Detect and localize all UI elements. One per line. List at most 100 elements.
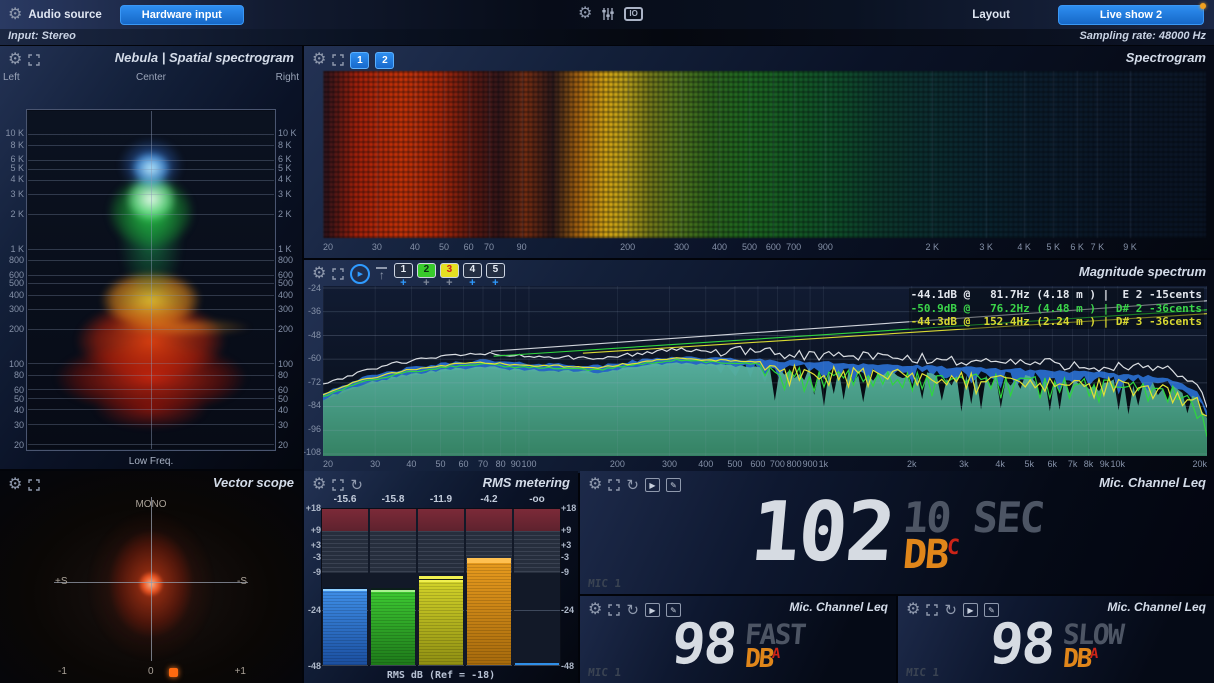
- leq-slow-value: 98: [988, 622, 1055, 668]
- balance-marker[interactable]: [169, 668, 178, 677]
- leq-fast-channel-label: MIC 1: [587, 666, 621, 679]
- play-icon[interactable]: ▶: [645, 478, 660, 492]
- fullscreen-icon[interactable]: [608, 604, 620, 616]
- fullscreen-icon[interactable]: [28, 54, 40, 66]
- fullscreen-icon[interactable]: [926, 604, 938, 616]
- pan-label-center: Center: [136, 72, 166, 83]
- meter-gridline: [322, 665, 368, 666]
- x-tick-label: 50: [439, 242, 449, 252]
- audio-source-label: Audio source: [28, 9, 101, 21]
- leq-main-display: 102 10 SEC DB C: [580, 499, 1214, 573]
- meter-stripe-zone: [418, 531, 464, 573]
- slot-button-5[interactable]: 5: [486, 263, 505, 278]
- spectrum-slot-2[interactable]: 2+: [416, 263, 436, 288]
- x-gridline: [377, 71, 378, 238]
- rms-meter: [321, 508, 561, 666]
- freq-tick-label: 3 K: [278, 189, 292, 199]
- x-tick-label: 200: [610, 459, 625, 469]
- freq-tick-label: 1 K: [10, 244, 24, 254]
- panel-mic-channel-leq-slow: ⚙ ↻ ▶ ✎ Mic. Channel Leq 98 SLOW DB A MI…: [898, 596, 1214, 683]
- freq-gridline: [28, 160, 274, 161]
- gear-icon[interactable]: ⚙: [312, 266, 326, 282]
- slot-button-4[interactable]: 4: [463, 263, 482, 278]
- fullscreen-icon[interactable]: [28, 479, 40, 491]
- audio-source-gear-icon[interactable]: ⚙: [8, 7, 22, 23]
- freq-gridline: [28, 145, 274, 146]
- x-gridline: [1053, 71, 1054, 238]
- gear-icon[interactable]: ⚙: [906, 602, 920, 618]
- gear-icon[interactable]: ⚙: [588, 477, 602, 493]
- spectrogram-plot[interactable]: [323, 71, 1206, 238]
- edit-icon[interactable]: ✎: [666, 478, 681, 492]
- freq-tick-label: 400: [9, 290, 24, 300]
- hardware-input-button[interactable]: Hardware input: [120, 5, 244, 25]
- gear-icon[interactable]: ⚙: [588, 602, 602, 618]
- leq-fast-display: 98 FAST DB A: [580, 622, 896, 672]
- reset-icon[interactable]: ↻: [626, 478, 639, 493]
- spectrum-slot-3[interactable]: 3+: [439, 263, 459, 288]
- slot-button-1[interactable]: 1: [394, 263, 413, 278]
- meter-bar: [419, 578, 463, 665]
- rms-value-label: -4.2: [465, 494, 513, 506]
- leq-main-weighting: C: [946, 537, 958, 558]
- gear-icon[interactable]: ⚙: [8, 477, 22, 493]
- fullscreen-icon[interactable]: [332, 479, 344, 491]
- freq-tick-label: 8 K: [278, 140, 292, 150]
- io-routing-icon[interactable]: IO: [624, 7, 642, 21]
- freq-gridline: [28, 398, 274, 399]
- spectrogram-view-2-button[interactable]: 2: [375, 52, 394, 69]
- slot-button-3[interactable]: 3: [440, 263, 459, 278]
- reset-icon[interactable]: ↻: [350, 478, 363, 493]
- peak-readout-line: -50.9dB @ 76.2Hz (4.48 m ) | D# 2 -36cen…: [911, 302, 1202, 316]
- fullscreen-icon[interactable]: [608, 479, 620, 491]
- gear-icon[interactable]: ⚙: [312, 52, 326, 68]
- magnitude-plot[interactable]: -44.1dB @ 81.7Hz (4.18 m ) | E 2 -15cent…: [323, 286, 1207, 456]
- meter-peak-line: [467, 558, 511, 561]
- meter-bar: [467, 559, 511, 665]
- spectrum-slot-1[interactable]: 1+: [393, 263, 413, 288]
- play-icon[interactable]: ▶: [963, 603, 978, 617]
- x-tick-label: 9k: [1100, 459, 1110, 469]
- scale-tick-label: -9: [313, 567, 321, 577]
- meter-red-zone: [370, 509, 416, 531]
- slot-button-2[interactable]: 2: [417, 263, 436, 278]
- x-gridline: [469, 71, 470, 238]
- gear-icon[interactable]: ⚙: [8, 52, 22, 68]
- panel-title: Nebula | Spatial spectrogram: [115, 50, 294, 65]
- freq-gridline: [28, 295, 274, 296]
- x-tick-label: 30: [370, 459, 380, 469]
- freq-tick-label: 300: [9, 304, 24, 314]
- freq-tick-label: 2 K: [278, 209, 292, 219]
- spectrum-slot-5[interactable]: 5+: [485, 263, 505, 288]
- freq-tick-label: 400: [278, 290, 293, 300]
- fullscreen-icon[interactable]: [332, 268, 344, 280]
- pan-label-right: Right: [276, 72, 299, 83]
- leq-main-value: 102: [748, 499, 896, 566]
- spectrogram-view-1-button[interactable]: 1: [350, 52, 369, 69]
- spatial-spectrogram-plot[interactable]: [27, 110, 275, 450]
- leq-main-unit: DB: [902, 537, 949, 573]
- x-gridline: [1097, 71, 1098, 238]
- leq-main-channel-label: MIC 1: [587, 577, 621, 590]
- freq-gridline: [28, 260, 274, 261]
- settings-gear-icon[interactable]: ⚙: [578, 6, 592, 22]
- mixer-sliders-icon[interactable]: [601, 7, 615, 21]
- live-show-button[interactable]: Live show 2: [1058, 5, 1204, 25]
- play-icon[interactable]: ▶: [645, 603, 660, 617]
- gear-icon[interactable]: ⚙: [312, 477, 326, 493]
- reset-icon[interactable]: ↻: [626, 603, 639, 618]
- x-gridline: [681, 71, 682, 238]
- hold-to-top-icon[interactable]: ↑: [376, 267, 387, 281]
- scale-tick-label: +9: [311, 525, 321, 535]
- reset-icon[interactable]: ↻: [944, 603, 957, 618]
- x-gridline: [628, 71, 629, 238]
- x-tick-label: 700: [770, 459, 785, 469]
- magnitude-y-axis: -24-36-48-60-72-84-96-108: [304, 286, 322, 456]
- fullscreen-icon[interactable]: [332, 54, 344, 66]
- x-gridline: [489, 71, 490, 238]
- scale-tick-label: +9: [561, 525, 571, 535]
- live-play-icon[interactable]: ▶: [350, 264, 370, 284]
- scale-tick-label: +3: [561, 540, 571, 550]
- x-gridline: [444, 71, 445, 238]
- spectrum-slot-4[interactable]: 4+: [462, 263, 482, 288]
